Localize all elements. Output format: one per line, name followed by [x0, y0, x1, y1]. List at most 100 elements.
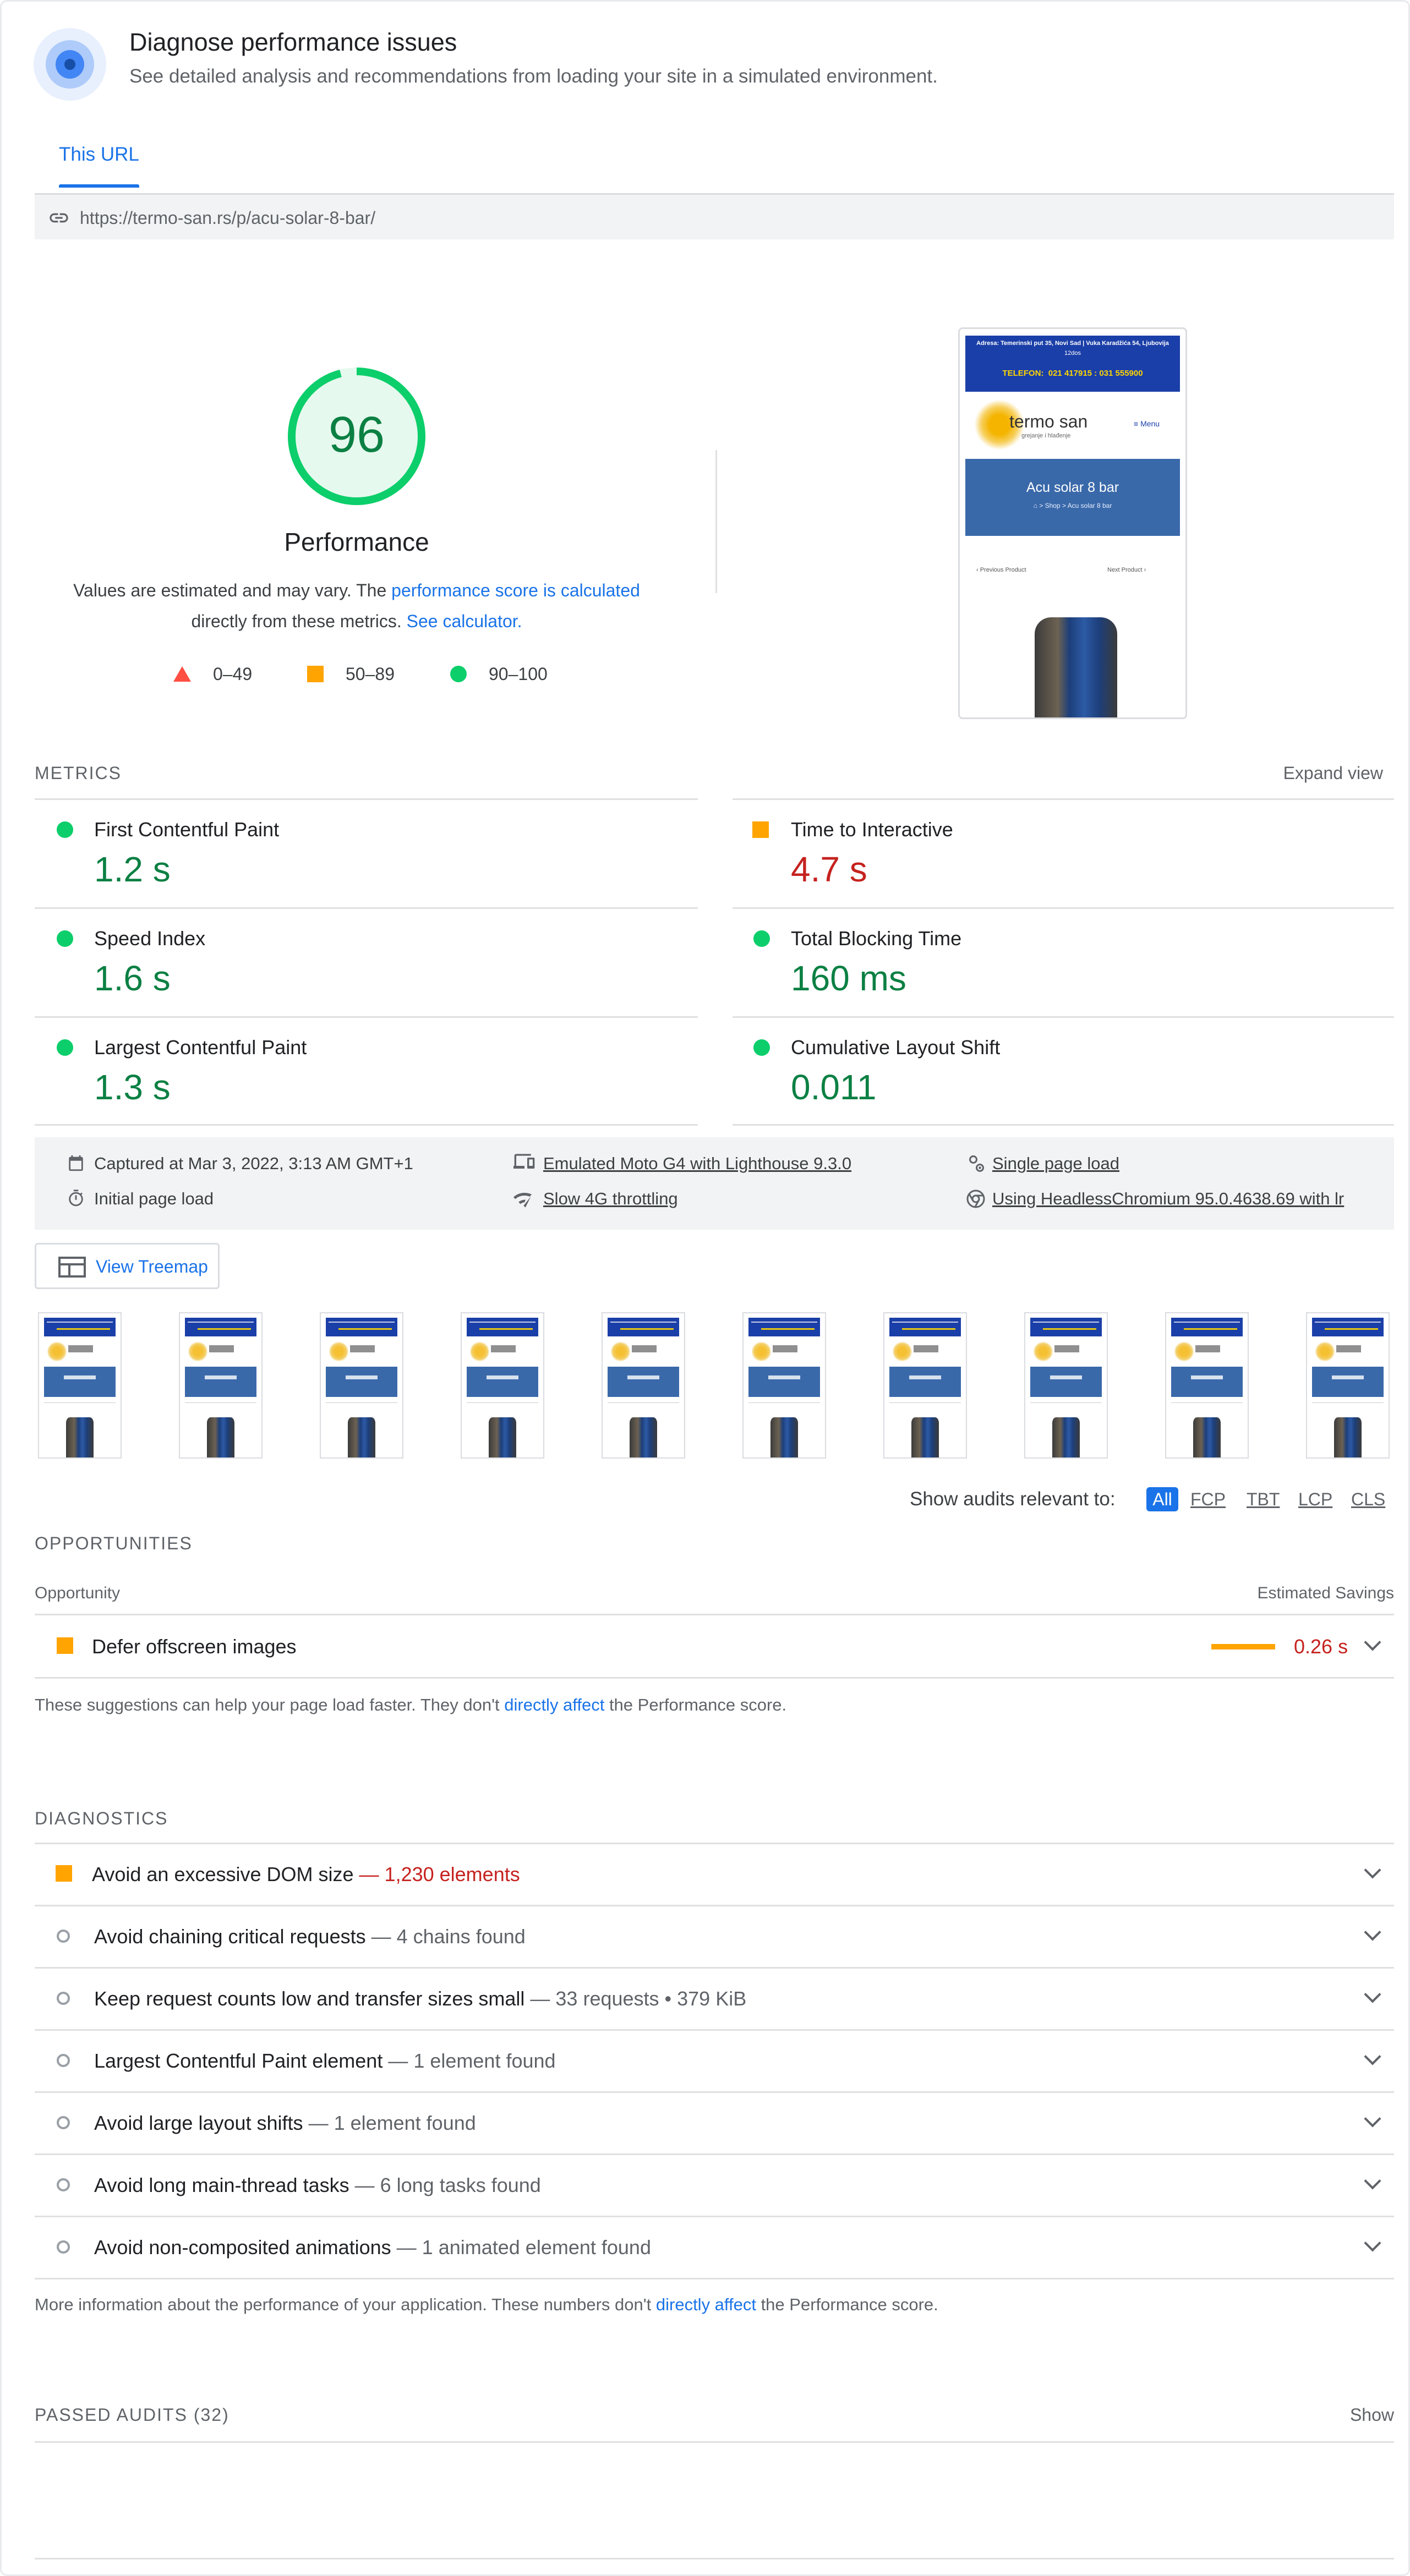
site-topbar: Adresa: Temerinski put 35, Novi Sad | Vu…	[965, 336, 1180, 392]
directly-affect-link[interactable]: directly affect	[656, 2295, 756, 2314]
devices-icon	[513, 1154, 535, 1169]
filter-lcp[interactable]: LCP	[1298, 1489, 1332, 1510]
metric-value-tti: 4.7 s	[791, 849, 867, 889]
person-pin-icon	[969, 1155, 984, 1172]
metric-pass-icon	[57, 930, 73, 947]
filmstrip-frame	[742, 1312, 826, 1459]
diagnostic-row[interactable]: Avoid an excessive DOM size — 1,230 elem…	[35, 1844, 1394, 1905]
network-throttling[interactable]: Slow 4G throttling	[543, 1189, 678, 1209]
captured-at: Captured at Mar 3, 2022, 3:13 AM GMT+1	[94, 1154, 413, 1173]
diagnostic-title: Avoid non-composited animations	[94, 2236, 391, 2259]
tab-label: This URL	[59, 144, 139, 165]
network-icon	[513, 1193, 532, 1208]
passed-audits-count: (32)	[193, 2405, 229, 2425]
metric-name-fcp: First Contentful Paint	[94, 818, 280, 841]
diagnostic-info-icon	[57, 1992, 70, 2005]
chevron-down-icon[interactable]	[1364, 1861, 1381, 1879]
tab-this-url[interactable]: This URL	[35, 133, 139, 193]
initial-page-load: Initial page load	[94, 1189, 214, 1208]
diagnostic-row[interactable]: Avoid non-composited animations — 1 anim…	[35, 2217, 1394, 2278]
chevron-down-icon[interactable]	[1364, 2110, 1381, 2128]
diagnostic-info-icon	[57, 2178, 70, 2191]
metric-value-tbt: 160 ms	[791, 958, 906, 998]
environment-panel: Captured at Mar 3, 2022, 3:13 AM GMT+1 I…	[35, 1137, 1394, 1230]
filmstrip-frame	[602, 1312, 685, 1459]
diagnostic-row[interactable]: Avoid large layout shifts — 1 element fo…	[35, 2093, 1394, 2153]
diagnostic-detail: — 1 animated element found	[396, 2236, 651, 2259]
diagnostic-detail: — 1 element found	[308, 2112, 476, 2134]
diagnostic-detail: — 6 long tasks found	[354, 2174, 541, 2196]
diagnostic-row[interactable]: Avoid long main-thread tasks — 6 long ta…	[35, 2155, 1394, 2216]
chevron-down-icon[interactable]	[1364, 2234, 1381, 2252]
chevron-down-icon[interactable]	[1364, 2172, 1381, 2190]
orange-square-icon	[307, 666, 324, 682]
page-title: Diagnose performance issues	[129, 28, 457, 56]
metric-value-si: 1.6 s	[94, 958, 171, 998]
opportunity-title: Defer offscreen images	[92, 1635, 297, 1658]
diagnostic-title: Avoid large layout shifts	[94, 2112, 303, 2134]
diagnostic-detail: — 1 element found	[388, 2049, 556, 2072]
filter-fcp[interactable]: FCP	[1190, 1489, 1226, 1510]
site-prev-product: ‹ Previous Product	[976, 567, 1026, 573]
metric-pass-icon	[753, 1039, 770, 1056]
filter-cls[interactable]: CLS	[1351, 1489, 1385, 1510]
metric-value-fcp: 1.2 s	[94, 849, 171, 889]
savings-bar-track	[1211, 1644, 1275, 1649]
metric-name-si: Speed Index	[94, 927, 206, 950]
calendar-icon	[69, 1155, 83, 1171]
filmstrip-frame	[1165, 1312, 1249, 1459]
metrics-heading: METRICS	[35, 763, 122, 783]
metric-value-cls: 0.011	[791, 1067, 877, 1107]
metric-pass-icon	[57, 1039, 73, 1056]
vertical-divider	[715, 450, 717, 593]
green-circle-icon	[450, 666, 467, 682]
filmstrip-frame	[1024, 1312, 1108, 1459]
metric-name-cls: Cumulative Layout Shift	[791, 1036, 1001, 1059]
final-screenshot: Adresa: Temerinski put 35, Novi Sad | Vu…	[958, 327, 1187, 719]
filmstrip-frame	[461, 1312, 544, 1459]
chevron-down-icon[interactable]	[1364, 1923, 1381, 1941]
view-treemap-label: View Treemap	[96, 1257, 208, 1276]
view-treemap-button[interactable]: View Treemap	[35, 1243, 220, 1289]
diagnostics-heading: DIAGNOSTICS	[35, 1808, 168, 1828]
expand-view-toggle[interactable]: Expand view	[1267, 763, 1383, 783]
site-menu-button: ≡ Menu	[1134, 419, 1160, 428]
filmstrip	[38, 1312, 1394, 1459]
diagnostic-detail: — 1,230 elements	[359, 1863, 520, 1886]
red-triangle-icon	[173, 666, 191, 682]
filter-tbt[interactable]: TBT	[1247, 1489, 1280, 1510]
opportunity-savings: 0.26 s	[1294, 1635, 1348, 1658]
chevron-down-icon[interactable]	[1364, 2048, 1381, 2065]
browser-info[interactable]: Using HeadlessChromium 95.0.4638.69 with…	[992, 1189, 1389, 1209]
url-bar: https://termo-san.rs/p/acu-solar-8-bar/	[35, 193, 1394, 239]
timer-icon	[69, 1190, 83, 1207]
filmstrip-frame	[179, 1312, 263, 1459]
diagnostic-row[interactable]: Largest Contentful Paint element — 1 ele…	[35, 2031, 1394, 2091]
filter-all[interactable]: All	[1146, 1487, 1178, 1511]
metric-value-lcp: 1.3 s	[94, 1067, 171, 1107]
diagnostic-info-icon	[57, 2240, 70, 2254]
diagnostic-detail: — 33 requests • 379 KiB	[530, 1987, 747, 2010]
chevron-down-icon[interactable]	[1364, 1634, 1381, 1651]
opportunity-row[interactable]: Defer offscreen images 0.26 s	[35, 1615, 1394, 1677]
metric-average-icon	[752, 821, 769, 838]
diagnostic-row[interactable]: Avoid chaining critical requests — 4 cha…	[35, 1906, 1394, 1967]
diagnostic-title: Avoid chaining critical requests	[94, 1925, 366, 1948]
opportunity-average-icon	[57, 1637, 73, 1654]
treemap-icon	[58, 1257, 86, 1278]
diagnostic-info-icon	[57, 1930, 70, 1943]
filmstrip-frame	[320, 1312, 403, 1459]
gauge-target-icon	[34, 28, 106, 101]
diagnostic-title: Avoid an excessive DOM size	[92, 1863, 354, 1886]
directly-affect-link[interactable]: directly affect	[504, 1695, 604, 1714]
single-page-load[interactable]: Single page load	[992, 1154, 1119, 1174]
metric-pass-icon	[753, 930, 770, 947]
score-calculated-link[interactable]: performance score is calculated	[391, 580, 640, 600]
emulated-device[interactable]: Emulated Moto G4 with Lighthouse 9.3.0	[543, 1154, 851, 1174]
chevron-down-icon[interactable]	[1364, 1986, 1381, 2003]
diagnostic-row[interactable]: Keep request counts low and transfer siz…	[35, 1969, 1394, 2029]
see-calculator-link[interactable]: See calculator.	[407, 611, 522, 631]
diagnostic-info-icon	[57, 2116, 70, 2129]
show-passed-audits-toggle[interactable]: Show	[1267, 2405, 1394, 2425]
page-subtitle: See detailed analysis and recommendation…	[129, 65, 938, 87]
